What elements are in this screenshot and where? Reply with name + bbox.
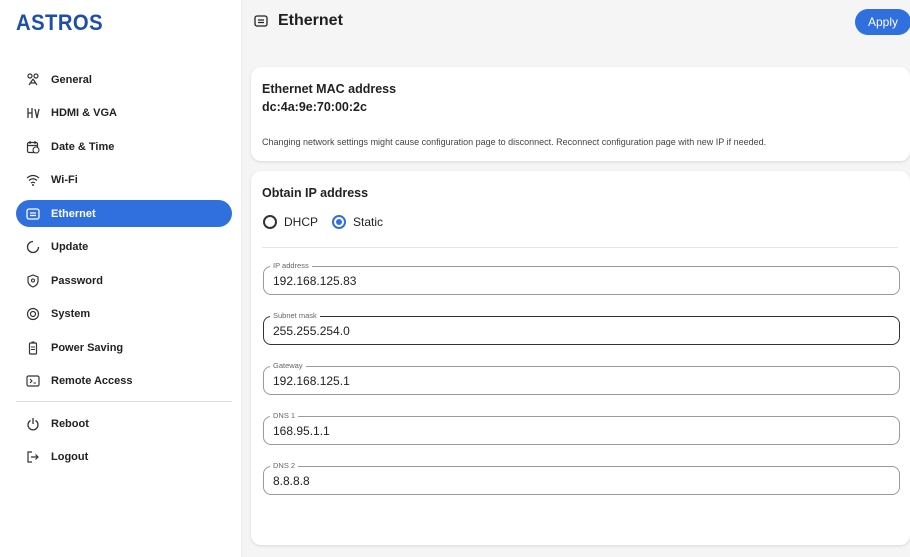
sidebar: ASTROS General HDMI & VGA Date & Time Wi… — [0, 0, 242, 557]
ethernet-icon — [26, 207, 40, 221]
sidebar-item-ethernet[interactable]: Ethernet — [16, 200, 232, 227]
sidebar-item-general[interactable]: General — [16, 66, 232, 93]
dhcp-option[interactable]: DHCP — [263, 215, 318, 229]
sidebar-item-date-time[interactable]: Date & Time — [16, 133, 232, 160]
update-icon — [26, 240, 40, 254]
sidebar-item-label: Wi-Fi — [51, 174, 78, 186]
sidebar-item-label: System — [51, 308, 91, 320]
mac-address-card: Ethernet MAC address dc:4a:9e:70:00:2c C… — [251, 67, 910, 161]
sidebar-item-system[interactable]: System — [16, 301, 232, 328]
ip-card-divider — [262, 247, 898, 248]
mac-card-title: Ethernet MAC address — [262, 82, 397, 96]
dns2-field[interactable]: DNS 2 8.8.8.8 — [263, 461, 900, 495]
ip-address-label: IP address — [270, 261, 312, 270]
subnet-mask-label: Subnet mask — [270, 311, 320, 320]
ip-address-field[interactable]: IP address 192.168.125.83 — [263, 261, 900, 295]
calendar-clock-icon — [26, 140, 40, 154]
gateway-label: Gateway — [270, 361, 306, 370]
logout-icon — [26, 450, 40, 464]
dns1-field[interactable]: DNS 1 168.95.1.1 — [263, 411, 900, 445]
dns1-value: 168.95.1.1 — [273, 424, 330, 438]
mac-address-value: dc:4a:9e:70:00:2c — [262, 100, 367, 114]
sidebar-item-label: Ethernet — [51, 207, 96, 220]
sidebar-item-label: Reboot — [51, 417, 89, 430]
display-icon — [26, 106, 40, 120]
dns2-value: 8.8.8.8 — [273, 474, 310, 488]
ip-card-title: Obtain IP address — [262, 186, 369, 200]
page-title-text: Ethernet — [278, 12, 343, 29]
chip-icon — [26, 307, 40, 321]
sidebar-item-label: Password — [51, 274, 103, 287]
astros-logo: ASTROS — [16, 10, 104, 35]
static-radio[interactable] — [332, 215, 347, 229]
obtain-ip-card: Obtain IP address DHCP Static IP address… — [251, 171, 910, 545]
dhcp-radio[interactable] — [263, 215, 277, 229]
page-title: Ethernet — [254, 12, 343, 30]
subnet-mask-field[interactable]: Subnet mask 255.255.254.0 — [263, 311, 900, 345]
wifi-icon — [26, 173, 40, 187]
static-label: Static — [353, 215, 384, 229]
sidebar-item-power-saving[interactable]: Power Saving — [16, 334, 232, 361]
ip-address-value: 192.168.125.83 — [273, 274, 357, 288]
battery-icon — [26, 341, 40, 355]
sidebar-item-wifi[interactable]: Wi-Fi — [16, 167, 232, 194]
sidebar-item-label: Date & Time — [51, 140, 115, 153]
sidebar-item-hdmi-vga[interactable]: HDMI & VGA — [16, 100, 232, 127]
sidebar-item-update[interactable]: Update — [16, 234, 232, 261]
ethernet-icon — [254, 14, 268, 28]
dns2-label: DNS 2 — [270, 461, 299, 470]
sidebar-item-label: Power Saving — [51, 341, 124, 354]
sidebar-item-logout[interactable]: Logout — [16, 444, 232, 471]
dns1-label: DNS 1 — [270, 411, 299, 420]
sidebar-item-remote-access[interactable]: Remote Access — [16, 368, 232, 395]
apply-button[interactable]: Apply — [855, 9, 910, 35]
gateway-value: 192.168.125.1 — [273, 374, 350, 388]
sidebar-item-label: HDMI & VGA — [51, 107, 117, 119]
power-icon — [26, 417, 40, 431]
static-option[interactable]: Static — [332, 215, 383, 229]
sidebar-item-label: Update — [51, 241, 89, 253]
sidebar-nav: General HDMI & VGA Date & Time Wi-Fi Eth… — [16, 66, 232, 477]
network-warning-note: Changing network settings might cause co… — [262, 137, 767, 147]
sidebar-divider — [16, 401, 232, 402]
sidebar-item-reboot[interactable]: Reboot — [16, 410, 232, 437]
gateway-field[interactable]: Gateway 192.168.125.1 — [263, 361, 900, 395]
sidebar-item-label: Remote Access — [51, 375, 133, 387]
dhcp-label: DHCP — [284, 215, 319, 229]
shield-lock-icon — [26, 273, 40, 288]
sidebar-item-password[interactable]: Password — [16, 267, 232, 294]
sidebar-item-label: Logout — [51, 451, 89, 463]
subnet-mask-value: 255.255.254.0 — [273, 324, 350, 338]
sidebar-item-label: General — [51, 73, 92, 86]
ip-mode-radio-group: DHCP Static — [263, 215, 397, 229]
remote-icon — [26, 374, 40, 388]
people-icon — [26, 72, 40, 87]
